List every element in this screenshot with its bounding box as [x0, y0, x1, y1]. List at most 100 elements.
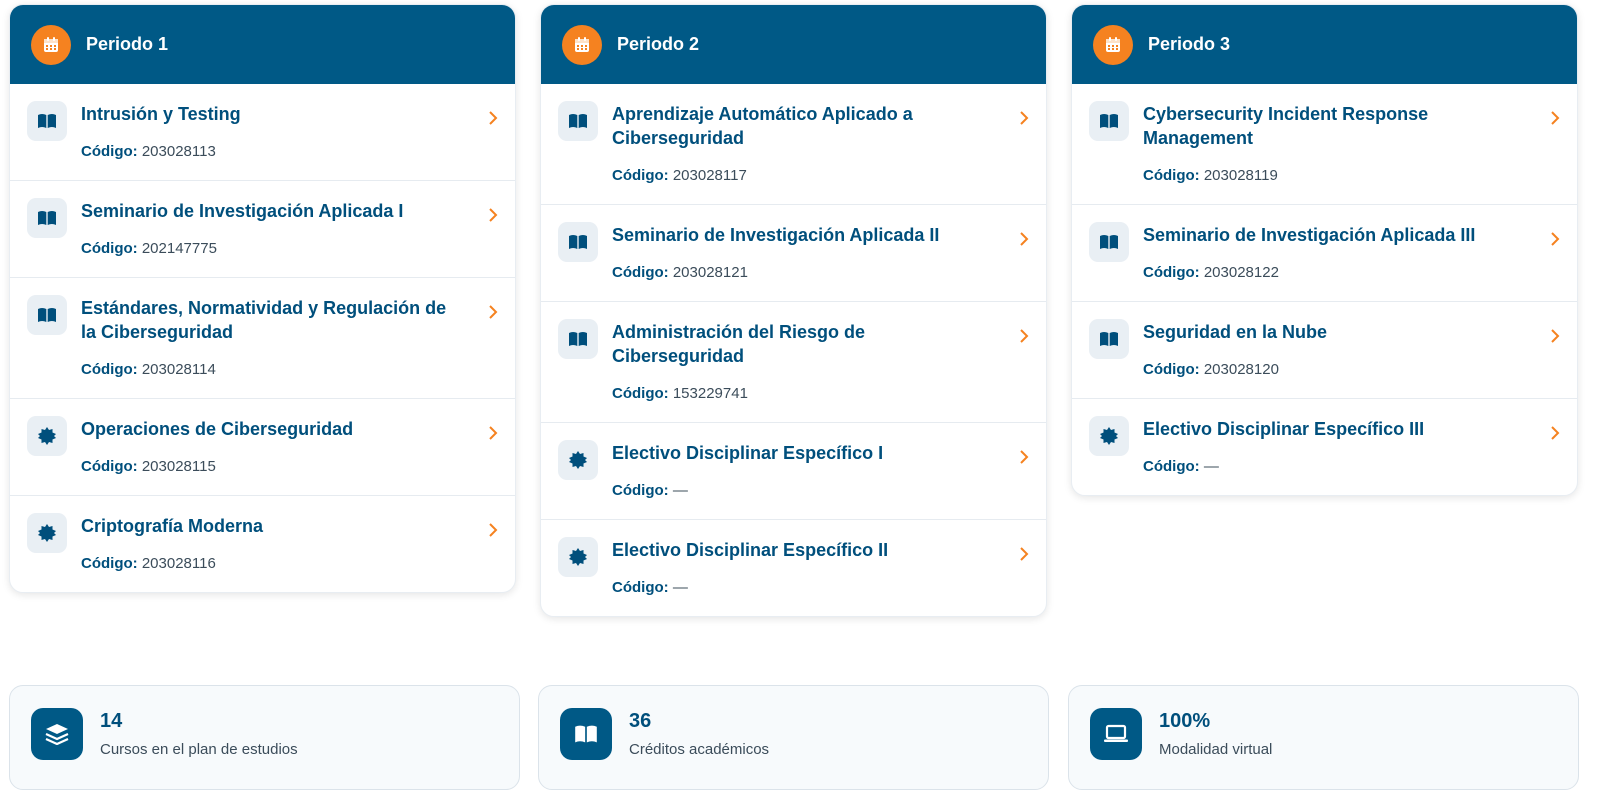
book-icon — [558, 319, 598, 359]
course-item[interactable]: Electivo Disciplinar Específico III Códi… — [1072, 398, 1577, 495]
code-value: 203028113 — [141, 143, 216, 160]
course-code: Código: 203028116 — [81, 555, 465, 573]
course-item[interactable]: Aprendizaje Automático Aplicado a Cibers… — [541, 84, 1046, 204]
course-item[interactable]: Intrusión y Testing Código: 203028113 — [10, 84, 515, 180]
course-item[interactable]: Criptografía Moderna Código: 203028116 — [10, 495, 515, 592]
code-label: Código: — [612, 579, 669, 596]
code-label: Código: — [612, 167, 669, 184]
period-header: Periodo 1 — [10, 5, 515, 84]
course-item[interactable]: Seminario de Investigación Aplicada I Có… — [10, 180, 515, 277]
chevron-right-icon — [1016, 324, 1032, 348]
course-name: Criptografía Moderna — [81, 516, 264, 536]
code-value: 203028119 — [1203, 167, 1278, 184]
code-label: Código: — [1143, 167, 1200, 184]
code-value: 203028117 — [672, 167, 747, 184]
code-value: — — [1203, 458, 1219, 475]
course-code: Código: — — [612, 482, 996, 500]
badge-icon — [558, 537, 598, 577]
code-value: 203028120 — [1203, 361, 1279, 378]
stat-card-modality: 100% Modalidad virtual — [1068, 685, 1579, 790]
code-value: — — [672, 579, 688, 596]
course-item[interactable]: Cybersecurity Incident Response Manageme… — [1072, 84, 1577, 204]
code-label: Código: — [612, 264, 669, 281]
badge-icon — [27, 416, 67, 456]
period-title: Periodo 1 — [86, 34, 169, 54]
book-icon — [558, 101, 598, 141]
book-icon — [27, 101, 67, 141]
code-value: 203028122 — [1203, 264, 1279, 281]
chevron-right-icon — [1016, 227, 1032, 251]
book-icon — [27, 198, 67, 238]
course-item[interactable]: Operaciones de Ciberseguridad Código: 20… — [10, 398, 515, 495]
course-code: Código: — — [612, 579, 996, 597]
period-card-3: Periodo 3 Cybersecurity Incident Respons… — [1071, 4, 1578, 496]
course-code: Código: 203028119 — [1143, 167, 1527, 185]
course-code: Código: — — [1143, 458, 1527, 476]
code-label: Código: — [612, 482, 669, 499]
course-name: Intrusión y Testing — [81, 104, 241, 124]
code-label: Código: — [1143, 458, 1200, 475]
stat-value: 36 — [629, 710, 652, 732]
stat-label: Cursos en el plan de estudios — [100, 741, 298, 758]
chevron-right-icon — [1547, 106, 1563, 130]
code-value: 203028114 — [141, 361, 216, 378]
chevron-right-icon — [485, 421, 501, 445]
course-item[interactable]: Seminario de Investigación Aplicada III … — [1072, 204, 1577, 301]
calendar-icon — [1093, 24, 1133, 65]
book-icon — [1089, 101, 1129, 141]
period-card-2: Periodo 2 Aprendizaje Automático Aplicad… — [540, 4, 1047, 617]
period-title: Periodo 2 — [617, 34, 700, 54]
chevron-right-icon — [1016, 542, 1032, 566]
period-title: Periodo 3 — [1148, 34, 1231, 54]
code-label: Código: — [81, 361, 138, 378]
code-label: Código: — [612, 385, 669, 402]
course-code: Código: 203028114 — [81, 361, 465, 379]
course-name: Aprendizaje Automático Aplicado a Cibers… — [612, 104, 913, 148]
period-header: Periodo 3 — [1072, 5, 1577, 84]
book-icon — [560, 708, 612, 760]
chevron-right-icon — [1016, 106, 1032, 130]
book-icon — [1089, 222, 1129, 262]
layers-icon — [31, 708, 83, 760]
period-header: Periodo 2 — [541, 5, 1046, 84]
code-label: Código: — [81, 143, 138, 160]
course-code: Código: 203028120 — [1143, 361, 1527, 379]
stat-label: Modalidad virtual — [1159, 741, 1273, 758]
code-label: Código: — [81, 240, 138, 257]
course-name: Administración del Riesgo de Ciberseguri… — [612, 322, 866, 366]
course-item[interactable]: Estándares, Normatividad y Regulación de… — [10, 277, 515, 398]
stat-card-credits: 36 Créditos académicos — [538, 685, 1049, 790]
code-label: Código: — [81, 458, 138, 475]
stat-label: Créditos académicos — [629, 741, 770, 758]
chevron-right-icon — [1547, 324, 1563, 348]
course-name: Seguridad en la Nube — [1143, 322, 1328, 342]
badge-icon — [558, 440, 598, 480]
stat-value: 14 — [100, 710, 123, 732]
course-code: Código: 203028117 — [612, 167, 996, 185]
course-name: Operaciones de Ciberseguridad — [81, 419, 354, 439]
course-code: Código: 203028113 — [81, 143, 465, 161]
course-item[interactable]: Electivo Disciplinar Específico II Códig… — [541, 519, 1046, 616]
course-item[interactable]: Seguridad en la Nube Código: 203028120 — [1072, 301, 1577, 398]
code-value: 203028116 — [141, 555, 216, 572]
study-plan-periods: Periodo 1 Intrusión y Testing Código: 20… — [9, 4, 1623, 684]
calendar-icon — [562, 24, 602, 65]
book-icon — [1089, 319, 1129, 359]
code-label: Código: — [1143, 264, 1200, 281]
course-name: Electivo Disciplinar Específico III — [1143, 419, 1425, 439]
course-name: Estándares, Normatividad y Regulación de… — [81, 298, 447, 342]
stat-value: 100% — [1159, 710, 1211, 732]
course-name: Seminario de Investigación Aplicada II — [612, 225, 940, 245]
badge-icon — [27, 513, 67, 553]
laptop-icon — [1090, 708, 1142, 760]
stat-card-courses: 14 Cursos en el plan de estudios — [9, 685, 520, 790]
course-name: Seminario de Investigación Aplicada III — [1143, 225, 1476, 245]
course-code: Código: 202147775 — [81, 240, 465, 258]
course-item[interactable]: Seminario de Investigación Aplicada II C… — [541, 204, 1046, 301]
period-card-1: Periodo 1 Intrusión y Testing Código: 20… — [9, 4, 516, 593]
course-item[interactable]: Administración del Riesgo de Ciberseguri… — [541, 301, 1046, 422]
course-item[interactable]: Electivo Disciplinar Específico I Código… — [541, 422, 1046, 519]
chevron-right-icon — [485, 106, 501, 130]
course-name: Electivo Disciplinar Específico I — [612, 443, 884, 463]
course-code: Código: 203028115 — [81, 458, 465, 476]
